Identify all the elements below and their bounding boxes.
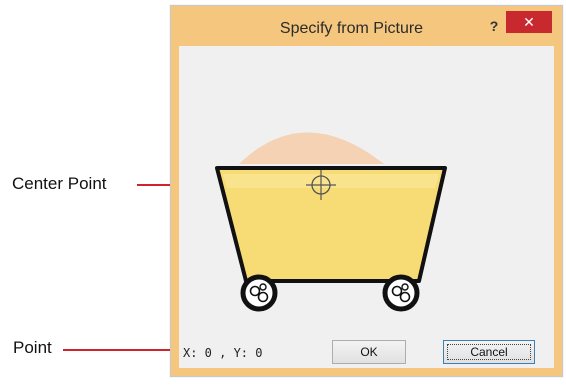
close-button[interactable]: ✕ bbox=[506, 11, 552, 33]
cart-highlight bbox=[223, 174, 439, 188]
coordinates-readout: X: 0 , Y: 0 bbox=[183, 346, 263, 360]
center-point-callout-label: Center Point bbox=[12, 174, 107, 193]
close-icon: ✕ bbox=[523, 14, 535, 30]
mound-shape bbox=[239, 132, 384, 164]
point-callout-label: Point bbox=[13, 338, 52, 357]
right-wheel bbox=[382, 274, 420, 312]
ok-button[interactable]: OK bbox=[332, 340, 406, 364]
dialog-client-area: X: 0 , Y: 0 OK Cancel bbox=[179, 46, 554, 368]
point-callout-line bbox=[63, 349, 185, 351]
picture-canvas[interactable] bbox=[179, 46, 556, 371]
specify-from-picture-dialog: Specify from Picture ? ✕ X: 0 , Y: 0 OK … bbox=[170, 5, 563, 377]
focus-ring bbox=[447, 344, 531, 360]
help-button[interactable]: ? bbox=[484, 16, 504, 36]
title-bar[interactable]: Specify from Picture ? ✕ bbox=[171, 6, 562, 48]
left-wheel bbox=[240, 274, 278, 312]
cancel-button[interactable]: Cancel bbox=[443, 340, 535, 364]
